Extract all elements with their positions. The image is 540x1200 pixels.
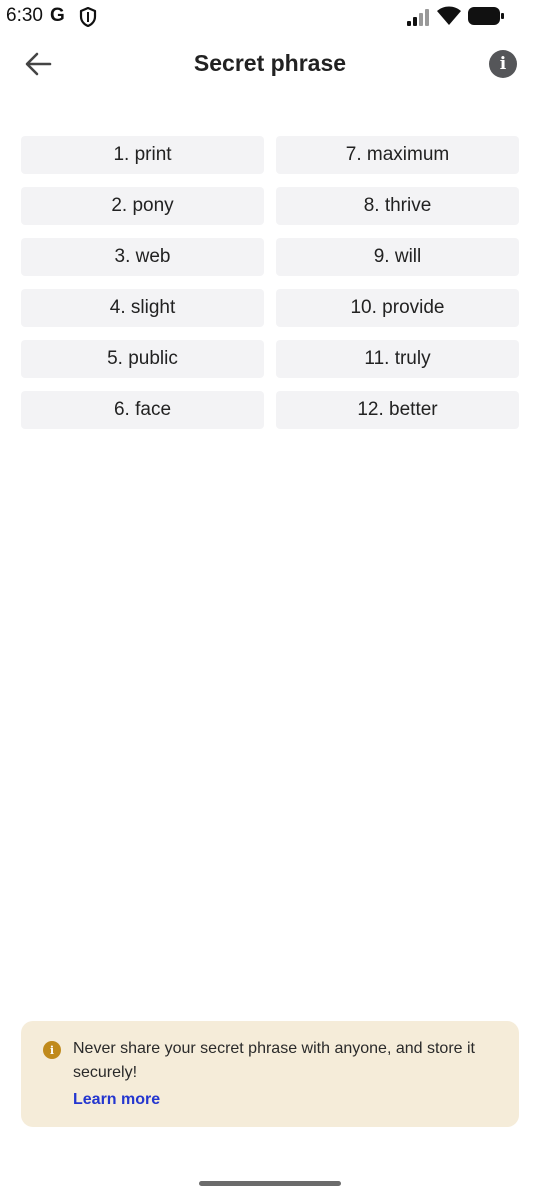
- info-button[interactable]: i: [489, 50, 517, 78]
- status-time: 6:30: [6, 5, 43, 26]
- info-icon: i: [49, 1043, 55, 1057]
- signal-icon: [407, 9, 429, 26]
- phrase-word: 2. pony: [21, 187, 264, 225]
- warning-banner: i Never share your secret phrase with an…: [21, 1021, 519, 1127]
- phrase-grid: 1. print 7. maximum 2. pony 8. thrive 3.…: [21, 136, 519, 429]
- phrase-word: 9. will: [276, 238, 519, 276]
- info-icon: i: [499, 53, 507, 74]
- phrase-word: 4. slight: [21, 289, 264, 327]
- phrase-word: 5. public: [21, 340, 264, 378]
- phrase-word: 1. print: [21, 136, 264, 174]
- phrase-word: 3. web: [21, 238, 264, 276]
- wifi-icon: [437, 6, 461, 25]
- warning-text: Never share your secret phrase with anyo…: [73, 1040, 475, 1081]
- page-title: Secret phrase: [193, 50, 347, 76]
- phrase-word: 6. face: [21, 391, 264, 429]
- phrase-word: 7. maximum: [276, 136, 519, 174]
- phrase-word: 11. truly: [276, 340, 519, 378]
- home-indicator[interactable]: [199, 1181, 341, 1186]
- header: Secret phrase i: [0, 38, 540, 90]
- phrase-word: 12. better: [276, 391, 519, 429]
- warning-info-icon: i: [43, 1041, 61, 1059]
- phrase-word: 8. thrive: [276, 187, 519, 225]
- google-icon: G: [50, 5, 65, 26]
- phrase-word: 10. provide: [276, 289, 519, 327]
- battery-icon: [468, 7, 504, 25]
- status-bar: 6:30 G: [0, 0, 540, 34]
- learn-more-link[interactable]: Learn more: [73, 1091, 160, 1109]
- shield-icon: [79, 7, 97, 27]
